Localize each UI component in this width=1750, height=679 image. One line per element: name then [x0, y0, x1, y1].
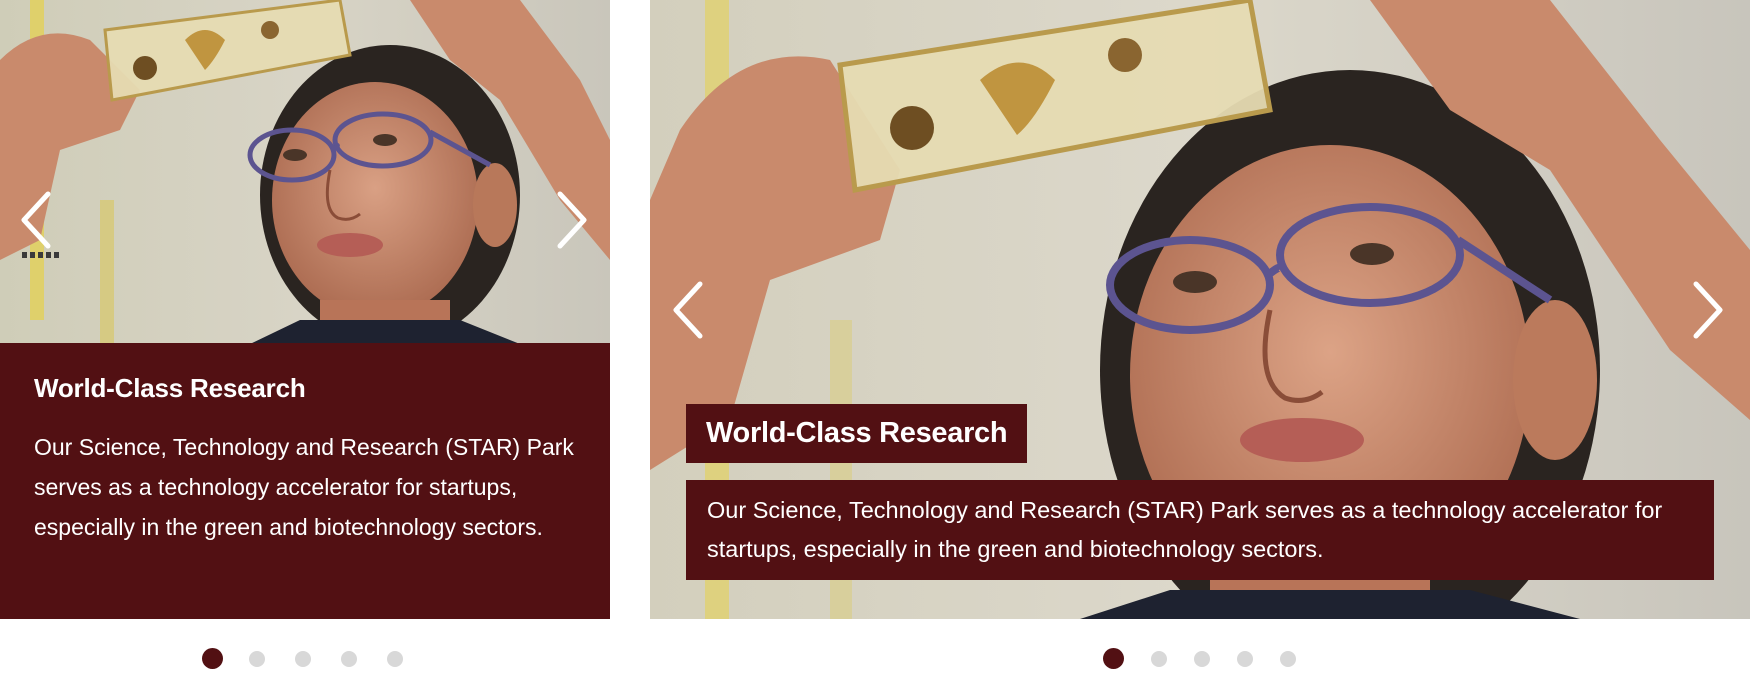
chevron-right-icon	[557, 191, 587, 249]
previous-slide-button[interactable]	[12, 188, 60, 252]
slide-body: Our Science, Technology and Research (ST…	[34, 434, 574, 540]
pagination-dot-1[interactable]	[202, 648, 223, 669]
pagination-dot-3[interactable]	[1194, 650, 1210, 667]
pagination-dot-3[interactable]	[295, 650, 311, 667]
carousel-pagination	[1103, 648, 1323, 669]
slide-title: World-Class Research	[686, 404, 1028, 463]
pagination-dot-4[interactable]	[341, 650, 357, 667]
slide-title: World-Class Research	[34, 373, 306, 403]
carousel-pagination	[202, 648, 433, 669]
chevron-left-icon	[673, 281, 703, 339]
pagination-dot-2[interactable]	[1151, 650, 1167, 667]
next-slide-button[interactable]	[1684, 278, 1732, 342]
next-slide-button[interactable]	[548, 188, 596, 252]
pagination-dot-1[interactable]	[1103, 648, 1124, 669]
carousel-desktop: World-Class Research Our Science, Techno…	[650, 0, 1750, 619]
pagination-dot-4[interactable]	[1237, 650, 1253, 667]
pagination-dot-5[interactable]	[387, 650, 403, 667]
researcher-photo	[0, 0, 610, 344]
slide-photo	[0, 0, 610, 344]
carousel-mobile: World-Class Research Our Science, Techno…	[0, 0, 610, 619]
previous-slide-button[interactable]	[664, 278, 712, 342]
chevron-right-icon	[1693, 281, 1723, 339]
pagination-dot-2[interactable]	[249, 650, 265, 667]
pagination-dot-5[interactable]	[1280, 650, 1296, 667]
slide-body: Our Science, Technology and Research (ST…	[686, 480, 1714, 580]
chevron-left-icon	[21, 191, 51, 249]
slide-caption: World-Class Research Our Science, Techno…	[0, 343, 610, 619]
